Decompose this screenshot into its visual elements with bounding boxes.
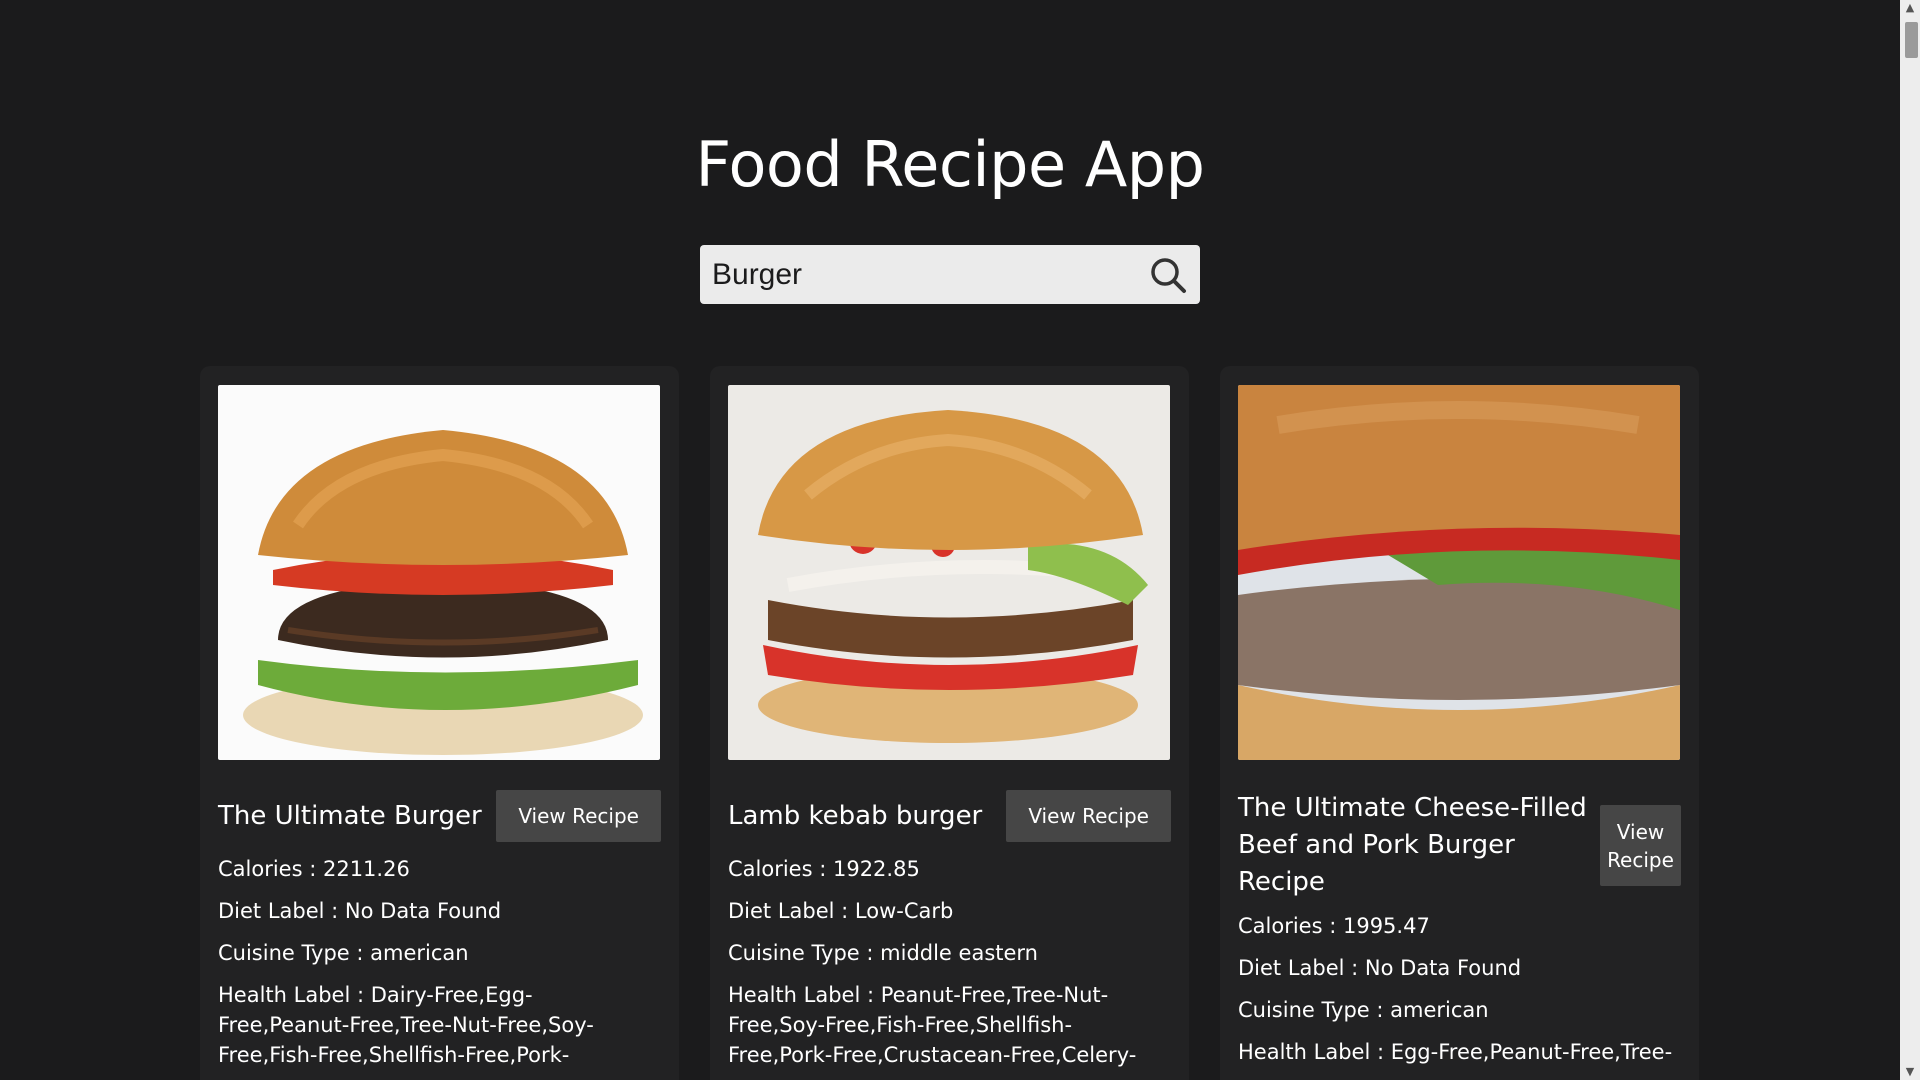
recipe-health-label: Health Label : Dairy-Free,Egg-Free,Peanu… bbox=[218, 983, 594, 1067]
search-input[interactable] bbox=[700, 245, 1136, 304]
recipe-name: The Ultimate Burger bbox=[218, 800, 482, 831]
recipe-image bbox=[728, 385, 1170, 760]
recipe-card: The Ultimate Cheese-Filled Beef and Pork… bbox=[1220, 366, 1699, 1080]
recipe-card: The Ultimate Burger View Recipe Calories… bbox=[200, 366, 679, 1080]
recipe-image bbox=[218, 385, 660, 760]
recipe-diet-label: Diet Label : No Data Found bbox=[1238, 956, 1522, 980]
recipe-health-label: Health Label : Egg-Free,Peanut-Free,Tree… bbox=[1238, 1040, 1673, 1064]
recipe-name: Lamb kebab burger bbox=[728, 800, 983, 831]
recipe-card: Lamb kebab burger View Recipe Calories :… bbox=[710, 366, 1189, 1080]
recipe-name: The Ultimate Cheese-Filled Beef and Pork… bbox=[1238, 793, 1587, 897]
scroll-down-icon[interactable]: ▼ bbox=[1904, 1066, 1916, 1078]
recipe-diet-label: Diet Label : Low-Carb bbox=[728, 899, 954, 923]
recipe-calories: Calories : 1922.85 bbox=[728, 857, 920, 881]
recipe-cuisine-type: Cuisine Type : middle eastern bbox=[728, 941, 1038, 965]
recipe-calories: Calories : 2211.26 bbox=[218, 857, 410, 881]
scrollbar[interactable]: ▲ ▼ bbox=[1900, 0, 1920, 1080]
recipe-calories: Calories : 1995.47 bbox=[1238, 914, 1430, 938]
page: Food Recipe App The Ultimate Bur bbox=[0, 0, 1900, 1080]
recipe-diet-label: Diet Label : No Data Found bbox=[218, 899, 502, 923]
search-icon[interactable] bbox=[1136, 245, 1200, 304]
scrollbar-thumb[interactable] bbox=[1905, 22, 1918, 58]
view-recipe-button[interactable]: View Recipe bbox=[1600, 805, 1681, 886]
view-recipe-button[interactable]: View Recipe bbox=[1006, 790, 1171, 842]
scroll-up-icon[interactable]: ▲ bbox=[1904, 2, 1916, 14]
page-title: Food Recipe App bbox=[695, 128, 1205, 201]
recipe-image bbox=[1238, 385, 1680, 760]
recipe-health-label: Health Label : Peanut-Free,Tree-Nut-Free… bbox=[728, 983, 1137, 1067]
recipe-cuisine-type: Cuisine Type : american bbox=[218, 941, 469, 965]
recipe-cuisine-type: Cuisine Type : american bbox=[1238, 998, 1489, 1022]
view-recipe-button[interactable]: View Recipe bbox=[496, 790, 661, 842]
search-bar bbox=[700, 245, 1200, 304]
